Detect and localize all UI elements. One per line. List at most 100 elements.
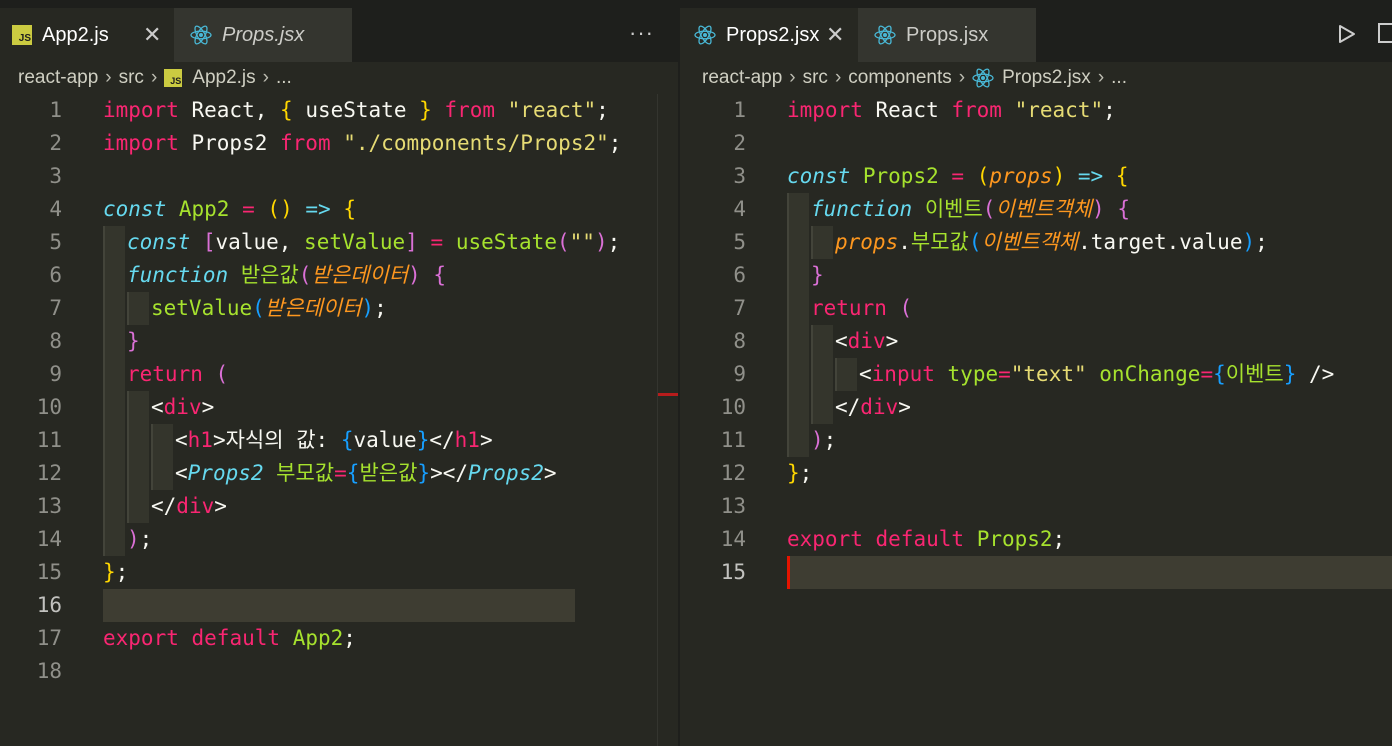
chevron-right-icon: › [1097,67,1105,88]
code-line[interactable]: 8} [0,325,678,358]
code-token: 받은값 [359,461,418,485]
code-token: </ [429,428,455,452]
indent-guide [787,193,809,226]
line-number: 7 [49,296,62,320]
split-editor-icon[interactable] [1378,23,1392,43]
line-number: 3 [733,164,746,188]
code-token: } [811,263,824,287]
code-line[interactable]: 15}; [0,556,678,589]
code-line[interactable]: 1 import React, { useState } from "react"… [0,94,678,127]
code-line[interactable]: 6} [680,259,1392,292]
code-token: App2 [292,626,344,650]
breadcrumb-item[interactable]: App2.js [192,67,255,89]
code-line[interactable]: 3 [0,160,678,193]
chevron-right-icon: › [150,67,158,88]
line-number: 2 [733,131,746,155]
breadcrumb-item[interactable]: ... [276,67,292,89]
code-token: </ [151,494,177,518]
line-number: 13 [36,494,62,518]
code-token: 이벤트 [924,197,983,221]
code-line[interactable]: 4 const App2 = () => { [0,193,678,226]
scrollbar-track[interactable] [657,94,658,746]
indent-guide [103,490,125,523]
line-number: 14 [720,527,746,551]
code-line[interactable]: 17 export default App2; [0,622,678,655]
indent-guide [151,424,173,457]
code-text: <h1>자식의 값: {value}</h1> [175,424,493,457]
tab-props-jsx[interactable]: Props.jsx [858,8,1036,62]
code-line[interactable]: 11 <h1>자식의 값: {value}</h1> [0,424,678,457]
breadcrumb-item[interactable]: react-app [702,67,782,89]
tab-props2-jsx[interactable]: Props2.jsx ✕ [680,8,858,62]
code-line[interactable]: 11); [680,424,1392,457]
code-line[interactable]: 16 [0,589,678,622]
breadcrumb-item[interactable]: Props2.jsx [1002,67,1091,89]
code-line[interactable]: 15 [680,556,1392,589]
code-line[interactable]: 9 <input type="text" onChange={이벤트} /> [680,358,1392,391]
code-line[interactable]: 13 </div> [0,490,678,523]
code-line[interactable]: 7 return ( [680,292,1392,325]
code-line[interactable]: 9 return ( [0,358,678,391]
code-token: import [103,98,179,122]
tab-label: Props2.jsx [726,23,820,46]
code-line[interactable]: 4 function 이벤트(이벤트객체) { [680,193,1392,226]
code-line[interactable]: 5 const [value, setValue] = useState(""); [0,226,678,259]
current-line-highlight [103,589,575,622]
code-line[interactable]: 12 <Props2 부모값={받은값}></Props2> [0,457,678,490]
close-icon[interactable]: ✕ [826,22,844,48]
breadcrumb-item[interactable]: src [803,67,828,89]
code-line[interactable]: 3 const Props2 = (props) => { [680,160,1392,193]
code-token: ></ [430,461,469,485]
code-token: < [859,362,872,386]
code-line[interactable]: 1 import React from "react"; [680,94,1392,127]
close-icon[interactable]: ✕ [143,22,161,48]
code-token: setValue [151,296,253,320]
indent-guide [787,259,809,292]
code-text: </div> [835,391,911,424]
code-line[interactable]: 12}; [680,457,1392,490]
code-token: import [787,98,863,122]
code-text: props.부모값(이벤트객체.target.value); [835,226,1268,259]
tab-label: Props.jsx [222,23,305,46]
line-number: 15 [36,560,62,584]
code-line[interactable]: 7 setValue(받은데이터); [0,292,678,325]
code-token: Props2 [187,461,264,485]
indent-guide [787,292,809,325]
breadcrumb-item[interactable]: src [119,67,144,89]
more-actions-icon[interactable]: ··· [629,20,654,46]
code-line[interactable]: 14 export default Props2; [680,523,1392,556]
run-icon[interactable] [1338,24,1356,49]
code-line[interactable]: 10 <div> [0,391,678,424]
breadcrumb-item[interactable]: ... [1111,67,1127,89]
code-token: React [862,98,952,122]
code-token: div [860,395,899,419]
code-token: 받은값 [240,263,299,287]
code-line[interactable]: 14); [0,523,678,556]
code-line[interactable]: 18 [0,655,678,688]
code-line[interactable]: 13 [680,490,1392,523]
breadcrumb-item[interactable]: react-app [18,67,98,89]
code-token: input [871,362,935,386]
breadcrumb-item[interactable]: components [848,67,952,89]
code-token: from [951,98,1002,122]
code-line[interactable]: 6 function 받은값(받은데이터) { [0,259,678,292]
code-line[interactable]: 5 props.부모값(이벤트객체.target.value); [680,226,1392,259]
code-token: ( [556,230,570,254]
line-number: 16 [36,593,62,617]
code-line[interactable]: 2 [680,127,1392,160]
tab-app2-js[interactable]: JS App2.js ✕ [0,8,174,62]
code-line[interactable]: 2 import Props2 from "./components/Props2… [0,127,678,160]
code-token: export [787,527,863,551]
tab-props-jsx[interactable]: Props.jsx [174,8,352,62]
code-text: export default Props2; [787,523,1065,556]
code-token: .target.value [1078,230,1243,254]
code-token: ( [215,362,229,386]
code-line[interactable]: 10 </div> [680,391,1392,424]
code-line[interactable]: 8 <div> [680,325,1392,358]
code-token: ) [811,428,824,452]
code-token: [ [202,230,216,254]
